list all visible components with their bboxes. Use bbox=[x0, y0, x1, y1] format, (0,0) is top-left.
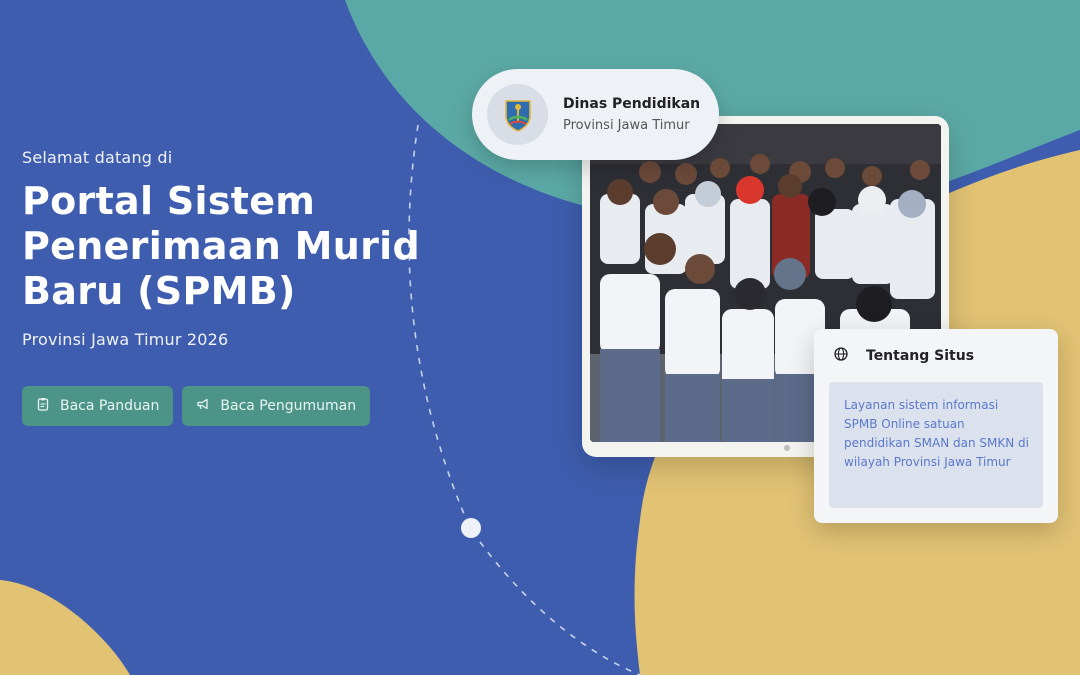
page-title: Portal Sistem Penerimaan Murid Baru (SPM… bbox=[22, 179, 421, 313]
welcome-text: Selamat datang di bbox=[22, 148, 173, 167]
carousel-indicator[interactable] bbox=[784, 445, 790, 451]
baca-pengumuman-label: Baca Pengumuman bbox=[220, 398, 357, 414]
page-subtitle: Provinsi Jawa Timur 2026 bbox=[22, 330, 229, 349]
globe-icon bbox=[834, 346, 848, 365]
dinas-title: Dinas Pendidikan bbox=[563, 96, 701, 112]
clipboard-icon bbox=[36, 397, 50, 415]
hero-actions: Baca Panduan Baca Pengumuman bbox=[22, 386, 371, 426]
baca-pengumuman-button[interactable]: Baca Pengumuman bbox=[182, 386, 371, 426]
baca-panduan-button[interactable]: Baca Panduan bbox=[22, 386, 174, 426]
about-header: Tentang Situs bbox=[834, 346, 974, 365]
dinas-badge: Dinas Pendidikan Provinsi Jawa Timur bbox=[472, 69, 719, 160]
about-title: Tentang Situs bbox=[866, 347, 975, 364]
baca-panduan-label: Baca Panduan bbox=[60, 398, 160, 414]
dinas-subtitle: Provinsi Jawa Timur bbox=[563, 118, 690, 133]
hero-section: Selamat datang di Portal Sistem Penerima… bbox=[22, 148, 442, 349]
province-emblem-icon bbox=[487, 84, 548, 145]
about-description: Layanan sistem informasi SPMB Online sat… bbox=[829, 382, 1043, 508]
megaphone-icon bbox=[196, 397, 210, 415]
about-card: Tentang Situs Layanan sistem informasi S… bbox=[814, 329, 1058, 523]
